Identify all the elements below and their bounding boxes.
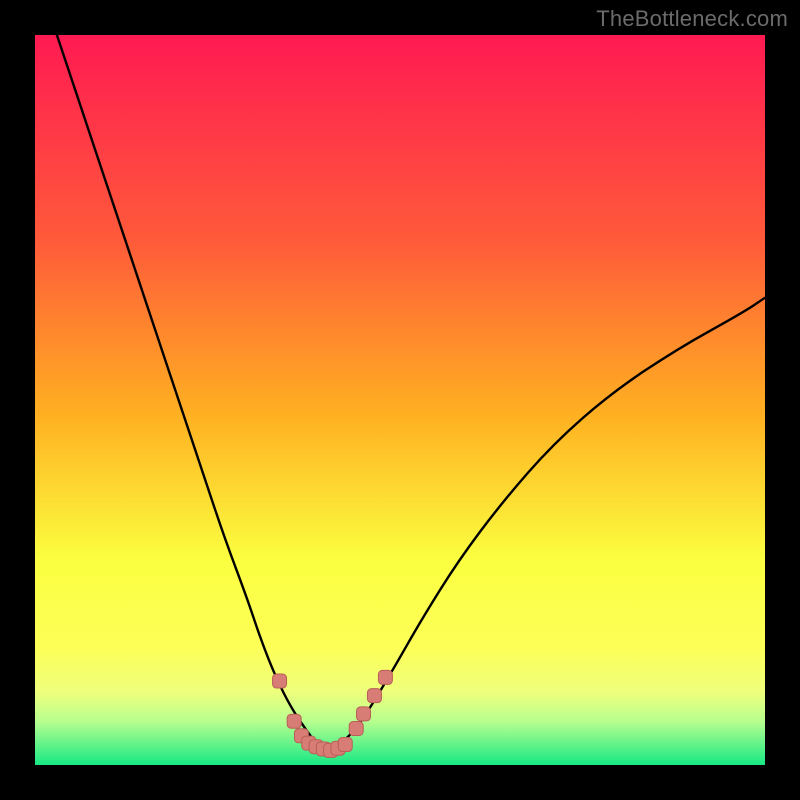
chart-svg: [35, 35, 765, 765]
marker: [378, 670, 392, 684]
marker: [357, 707, 371, 721]
chart-frame: TheBottleneck.com: [0, 0, 800, 800]
marker: [349, 722, 363, 736]
plot-area: [35, 35, 765, 765]
marker: [287, 714, 301, 728]
marker: [273, 674, 287, 688]
marker: [338, 738, 352, 752]
marker: [367, 689, 381, 703]
watermark-text: TheBottleneck.com: [596, 6, 788, 32]
